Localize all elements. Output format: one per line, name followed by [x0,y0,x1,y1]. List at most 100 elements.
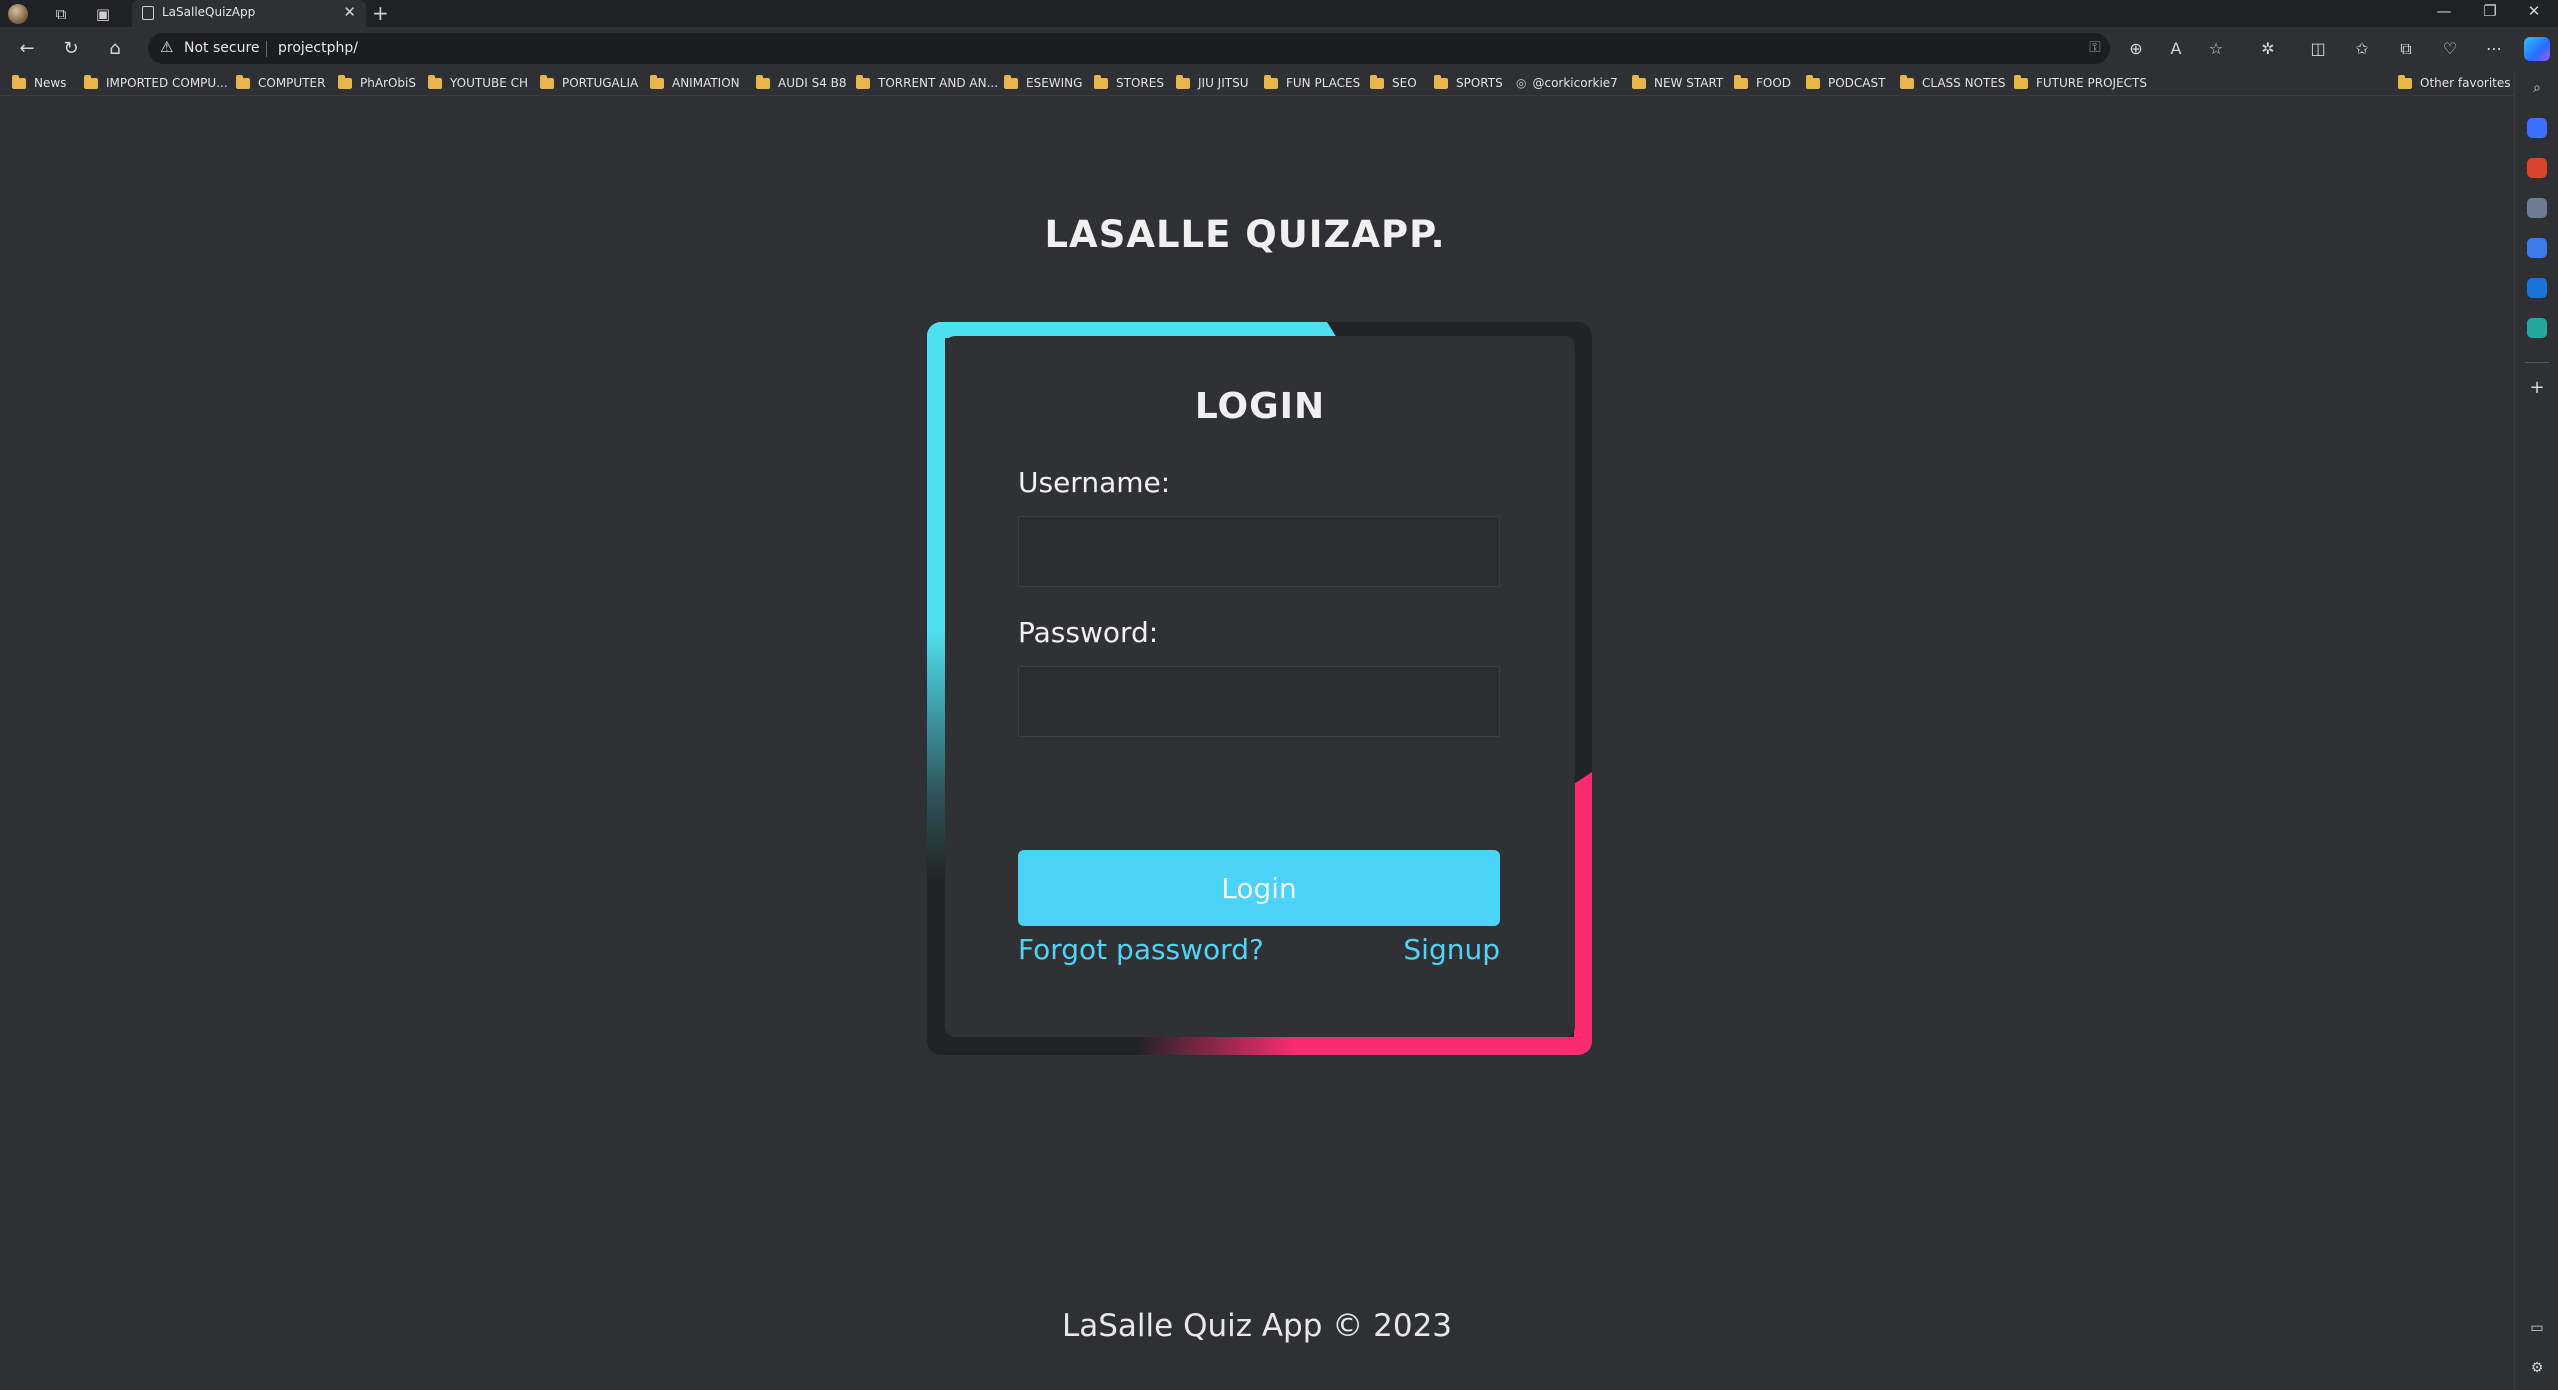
forgot-password-link[interactable]: Forgot password? [1018,933,1264,966]
bookmark-folder[interactable]: PORTUGALIA [540,74,639,91]
folder-icon [650,74,664,89]
bookmark-label: ANIMATION [672,76,740,90]
bookmark-folder[interactable]: FUN PLACES [1264,74,1360,91]
shopping-icon[interactable] [2527,118,2547,138]
bookmark-folder[interactable]: News [12,74,66,91]
bookmark-folder[interactable]: ESEWING [1004,74,1083,91]
search-icon[interactable]: ⌕ [2527,78,2547,98]
bookmark-label: FOOD [1756,76,1792,90]
login-button[interactable]: Login [1018,850,1500,926]
restore-button[interactable]: ❐ [2470,2,2510,20]
bookmark-folder[interactable]: IMPORTED COMPU... [84,74,228,91]
bookmark-folder[interactable]: COMPUTER [236,74,325,91]
sidebar-toggle-icon[interactable]: ▭ [2527,1318,2547,1338]
app-title: LASALLE QUIZAPP. [1044,213,1446,256]
key-icon[interactable]: ⚿ [2084,38,2106,56]
signup-link[interactable]: Signup [1403,933,1500,966]
bookmark-label: CLASS NOTES [1922,76,2006,90]
cyan-accent-border [927,322,945,882]
bookmark-folder[interactable]: STORES [1094,74,1164,91]
bookmark-label: YOUTUBE CH [450,76,529,90]
browser-tab-active[interactable]: LaSalleQuizApp ✕ [132,0,366,27]
extensions-icon[interactable]: ✲ [2256,37,2280,61]
bookmark-label: IMPORTED COMPU... [106,76,228,90]
workspaces-icon[interactable]: ⧉ [50,3,72,25]
vertical-tabs-icon[interactable]: ▣ [92,3,114,25]
favorites-icon[interactable]: ✩ [2350,37,2374,61]
browser-toolbar: ← ↻ ⌂ ⚠ Not secure projectphp/ ⚿ ⊕ A ☆ ✲… [0,27,2558,70]
other-favorites[interactable]: Other favorites [2398,74,2511,91]
folder-icon [1370,74,1384,89]
new-tab-button[interactable]: + [372,1,389,25]
bookmark-label: PODCAST [1828,76,1886,90]
zoom-icon[interactable]: ⊕ [2124,37,2148,61]
bookmark-folder[interactable]: TORRENT AND AN... [856,74,998,91]
bookmark-label: PORTUGALIA [562,76,639,90]
folder-icon [856,74,870,89]
bookmark-folder[interactable]: PhArObiS [338,74,416,91]
minimize-button[interactable]: — [2424,2,2464,20]
bookmark-label: SPORTS [1456,76,1503,90]
bookmark-folder[interactable]: CLASS NOTES [1900,74,2006,91]
bookmark-folder[interactable]: NEW START [1632,74,1723,91]
back-icon[interactable]: ← [14,36,40,62]
browser-tab-bar: ⧉ ▣ LaSalleQuizApp ✕ + — ❐ ✕ [0,0,2558,27]
split-screen-icon[interactable]: ◫ [2306,37,2330,61]
folder-icon [1094,74,1108,89]
folder-icon [1632,74,1646,89]
home-icon[interactable]: ⌂ [102,36,128,62]
bookmark-folder[interactable]: YOUTUBE CH [428,74,529,91]
bookmark-label: SEO [1392,76,1417,90]
bookmark-link[interactable]: ◎ @corkicorkie7 [1516,75,1618,91]
bookmark-label: ESEWING [1026,76,1083,90]
warning-icon[interactable]: ⚠ [160,38,173,56]
bookmark-folder[interactable]: FOOD [1734,74,1792,91]
settings-gear-icon[interactable]: ⚙ [2527,1358,2547,1378]
pink-accent-border-bottom [1137,1037,1592,1055]
office-icon[interactable] [2527,238,2547,258]
bookmarks-bar: News IMPORTED COMPU... COMPUTER PhArObiS… [0,70,2558,96]
folder-icon [2398,74,2412,89]
bookmark-folder[interactable]: AUDI S4 B8 [756,74,847,91]
drop-icon[interactable] [2527,318,2547,338]
bookmark-folder[interactable]: JIU JITSU [1176,74,1249,91]
password-label: Password: [1018,616,1159,649]
tab-close-icon[interactable]: ✕ [343,3,356,21]
copilot-icon[interactable] [2524,37,2550,61]
outlook-icon[interactable] [2527,278,2547,298]
bookmark-label: STORES [1116,76,1164,90]
refresh-icon[interactable]: ↻ [58,36,84,62]
close-window-button[interactable]: ✕ [2514,2,2554,20]
security-status[interactable]: Not secure [184,40,260,56]
sidebar-divider [2525,362,2549,363]
bookmark-label: @corkicorkie7 [1532,76,1618,90]
bookmark-folder[interactable]: SEO [1370,74,1417,91]
favorite-star-icon[interactable]: ☆ [2204,37,2228,61]
address-bar[interactable]: ⚠ Not secure projectphp/ ⚿ [148,33,2110,64]
folder-icon [1176,74,1190,89]
read-aloud-icon[interactable]: A [2164,37,2188,61]
add-icon[interactable]: + [2527,378,2547,398]
tools-icon[interactable] [2527,158,2547,178]
page-viewport: LASALLE QUIZAPP. LOGIN Username: Passwor… [0,97,2514,1390]
performance-icon[interactable]: ♡ [2438,37,2462,61]
other-favorites-label: Other favorites [2420,76,2511,90]
password-input[interactable] [1018,666,1500,737]
folder-icon [1900,74,1914,89]
login-heading: LOGIN [1194,386,1326,427]
games-icon[interactable] [2527,198,2547,218]
collections-icon[interactable]: ⧉ [2394,37,2418,61]
bookmark-folder[interactable]: SPORTS [1434,74,1503,91]
profile-avatar[interactable] [8,4,28,24]
url-text[interactable]: projectphp/ [278,40,358,56]
bookmark-folder[interactable]: ANIMATION [650,74,740,91]
more-menu-icon[interactable]: ⋯ [2482,37,2506,61]
folder-icon [1734,74,1748,89]
username-input[interactable] [1018,516,1500,587]
bookmark-label: JIU JITSU [1198,76,1249,90]
edge-sidebar: ⌕ + ▭ ⚙ [2514,70,2558,1390]
bookmark-folder[interactable]: FUTURE PROJECTS [2014,74,2147,91]
page-icon [142,6,154,20]
bookmark-label: PhArObiS [360,76,416,90]
bookmark-folder[interactable]: PODCAST [1806,74,1886,91]
